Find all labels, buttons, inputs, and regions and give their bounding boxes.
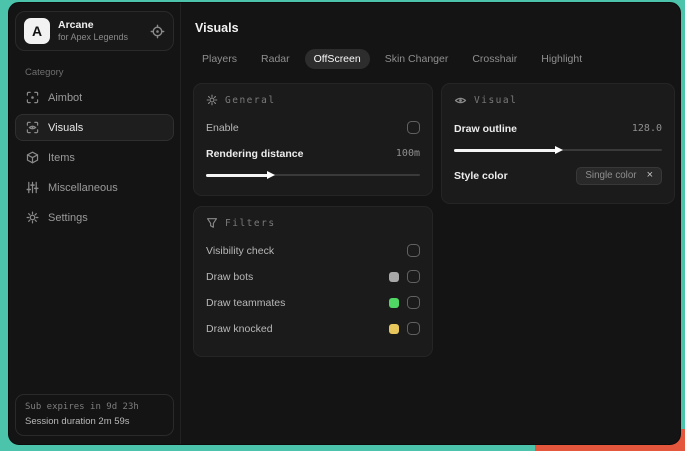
checkbox[interactable] [407,322,420,335]
slider-thumb[interactable] [555,146,563,154]
sidebar-item-label: Items [48,151,75,164]
session-duration-text: Session duration 2m 59s [25,415,130,427]
cards-area: General Enable Rendering distance 100m F… [193,83,675,357]
gear-icon [26,211,39,224]
style-color-label: Style color [454,169,508,182]
filters-card-header: Filters [206,217,420,229]
checkbox[interactable] [407,244,420,257]
filters-card: Filters Visibility check Draw bots Draw te… [193,206,433,357]
eye-icon [454,94,467,107]
sliders-icon [26,181,39,194]
visual-card-title: Visual [474,95,518,106]
filter-label: Draw bots [206,270,254,283]
enable-label: Enable [206,121,239,134]
cube-icon [26,151,39,164]
enable-checkbox[interactable] [407,121,420,134]
sidebar-item-miscellaneous[interactable]: Miscellaneous [15,174,174,201]
tab-crosshair[interactable]: Crosshair [463,49,526,69]
style-color-value: Single color [585,170,637,181]
app-window: A Arcane for Apex Legends Category Aimbo… [8,2,681,445]
app-subtitle: for Apex Legends [58,31,129,42]
eye-scan-icon [26,121,39,134]
color-swatch[interactable] [389,323,399,334]
rendering-distance-row: Rendering distance 100m [206,143,420,164]
funnel-icon [206,217,218,229]
tab-bar: Players Radar OffScreen Skin Changer Crossha… [193,49,675,69]
enable-row: Enable [206,117,420,138]
filter-row: Draw bots [206,266,420,287]
app-name: Arcane [58,18,94,31]
general-card: General Enable Rendering distance 100m [193,83,433,196]
color-swatch[interactable] [389,297,399,308]
filter-row: Draw teammates [206,292,420,313]
sub-expires-text: Sub expires in 9d 23h [25,402,139,413]
tab-offscreen[interactable]: OffScreen [304,49,370,69]
sidebar-item-label: Miscellaneous [48,181,118,194]
sidebar-item-visuals[interactable]: Visuals [15,114,174,141]
tab-highlight[interactable]: Highlight [532,49,591,69]
close-icon[interactable]: × [647,170,653,181]
checkbox[interactable] [407,270,420,283]
category-label: Category [25,67,64,78]
sidebar-item-label: Visuals [48,121,84,134]
filter-label: Visibility check [206,244,275,257]
rendering-distance-slider[interactable] [206,169,420,181]
subscription-card: Sub expires in 9d 23h Session duration 2… [15,394,174,436]
filter-row: Visibility check [206,240,420,261]
tab-skin-changer[interactable]: Skin Changer [376,49,458,69]
tab-radar[interactable]: Radar [252,49,299,69]
sidebar-item-aimbot[interactable]: Aimbot [15,84,174,111]
draw-outline-row: Draw outline 128.0 [454,118,662,139]
sun-icon [206,94,218,106]
target-icon[interactable] [150,24,165,39]
filters-rows: Visibility check Draw bots Draw teammates D… [206,240,420,339]
sidebar-item-label: Aimbot [48,91,83,104]
rendering-distance-label: Rendering distance [206,147,304,160]
app-header-card: A Arcane for Apex Legends [15,11,174,51]
rendering-distance-value: 100m [395,148,420,159]
sidebar-item-settings[interactable]: Settings [15,204,174,231]
page-title: Visuals [195,21,239,35]
app-meta: Arcane for Apex Legends [58,19,142,43]
sidebar: A Arcane for Apex Legends Category Aimbo… [9,3,181,444]
app-logo: A [24,18,50,44]
draw-outline-value: 128.0 [631,123,662,134]
sidebar-nav: Aimbot Visuals Items Miscellaneous Settings [15,84,174,234]
sidebar-item-items[interactable]: Items [15,144,174,171]
checkbox[interactable] [407,296,420,309]
tab-players[interactable]: Players [193,49,246,69]
general-card-title: General [225,94,276,106]
main-panel: Visuals Players Radar OffScreen Skin Change… [181,3,680,444]
sidebar-item-label: Settings [48,211,88,224]
filters-card-title: Filters [225,217,276,229]
visual-card: Visual Draw outline 128.0 Style color Si… [441,83,675,204]
slider-thumb[interactable] [267,171,276,179]
visual-card-header: Visual [454,94,662,107]
general-card-header: General [206,94,420,106]
style-color-select[interactable]: Single color × [576,166,662,185]
filter-label: Draw teammates [206,296,286,309]
color-swatch[interactable] [389,271,399,282]
filter-label: Draw knocked [206,322,273,335]
crosshair-icon [26,91,39,104]
style-color-row: Style color Single color × [454,165,662,186]
draw-outline-slider[interactable] [454,144,662,156]
draw-outline-label: Draw outline [454,122,518,135]
filter-row: Draw knocked [206,318,420,339]
